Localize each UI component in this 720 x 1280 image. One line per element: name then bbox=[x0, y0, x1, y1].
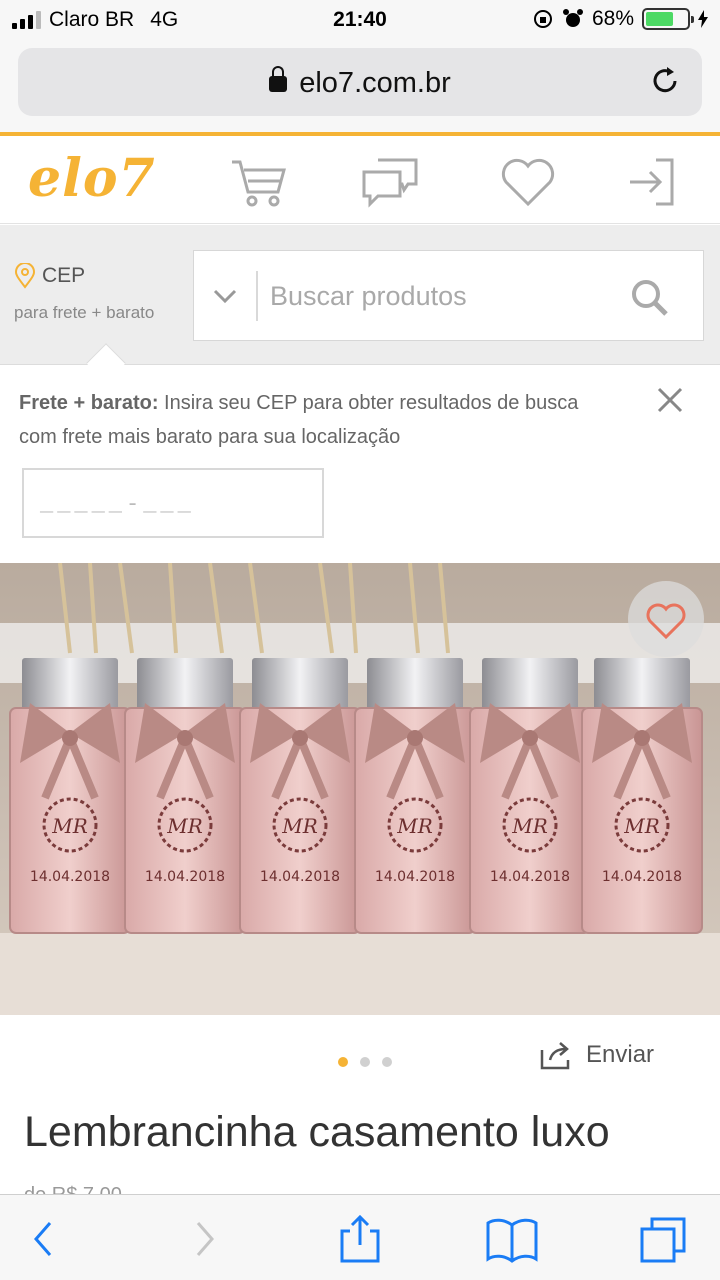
carousel-dot[interactable] bbox=[360, 1057, 370, 1067]
charging-icon bbox=[698, 10, 708, 28]
search-separator bbox=[256, 271, 258, 321]
cep-label: CEP bbox=[42, 264, 86, 287]
reload-icon[interactable] bbox=[648, 64, 682, 98]
bottle-date: 14.04.2018 bbox=[30, 869, 110, 885]
favor-bottle: MR 14.04.2018 bbox=[124, 658, 246, 934]
login-icon[interactable] bbox=[626, 154, 686, 210]
back-icon[interactable] bbox=[20, 1215, 72, 1263]
bottle-monogram: MR bbox=[511, 814, 548, 838]
product-image[interactable]: MR 14.04.2018 MR 14.04.2018 MR 14.04.2018 MR 14… bbox=[0, 563, 720, 1015]
address-bar[interactable]: elo7.com.br bbox=[18, 48, 702, 116]
bottle-monogram: MR bbox=[396, 814, 433, 838]
status-bar: Claro BR 4G 21:40 68% bbox=[0, 0, 720, 40]
search-box: Buscar produtos bbox=[193, 250, 704, 341]
favor-bottle: MR 14.04.2018 bbox=[9, 658, 131, 934]
cep-panel: Frete + barato: Insira seu CEP para obte… bbox=[0, 366, 720, 562]
cep-input[interactable]: _____-___ bbox=[22, 468, 324, 538]
bottle-date: 14.04.2018 bbox=[490, 869, 570, 885]
product-title: Lembrancinha casamento luxo bbox=[24, 1108, 610, 1156]
search-area: CEP para frete + barato Buscar produtos bbox=[0, 225, 720, 365]
cep-sublabel: para frete + barato bbox=[14, 303, 155, 322]
carousel-dot[interactable] bbox=[338, 1057, 348, 1067]
lock-icon bbox=[269, 66, 288, 92]
battery-percent: 68% bbox=[591, 7, 634, 30]
share-icon bbox=[540, 1042, 570, 1070]
elo7-logo[interactable]: elo7 bbox=[28, 148, 156, 209]
forward-icon[interactable] bbox=[178, 1215, 230, 1263]
share-sheet-icon[interactable] bbox=[334, 1215, 386, 1263]
share-button[interactable]: Enviar bbox=[538, 1040, 654, 1070]
cart-icon[interactable] bbox=[228, 154, 288, 210]
status-right: 68% bbox=[532, 7, 708, 31]
battery-icon bbox=[642, 8, 694, 30]
bottle-monogram: MR bbox=[281, 814, 318, 838]
favor-bottle: MR 14.04.2018 bbox=[354, 658, 476, 934]
close-icon[interactable] bbox=[656, 386, 684, 414]
favor-bottle: MR 14.04.2018 bbox=[469, 658, 591, 934]
tabs-icon[interactable] bbox=[638, 1215, 690, 1263]
cep-message: Frete + barato: Insira seu CEP para obte… bbox=[19, 386, 619, 454]
bottle-date: 14.04.2018 bbox=[375, 869, 455, 885]
cep-button[interactable]: CEP para frete + barato bbox=[14, 263, 154, 323]
carousel-dot[interactable] bbox=[382, 1057, 392, 1067]
orientation-lock-icon bbox=[533, 10, 552, 28]
location-pin-icon bbox=[14, 263, 36, 289]
carousel-dots bbox=[338, 1057, 392, 1067]
bottle-date: 14.04.2018 bbox=[260, 869, 340, 885]
site-header: elo7 bbox=[0, 136, 720, 224]
heart-outline-icon bbox=[646, 603, 686, 640]
favor-bottle: MR 14.04.2018 bbox=[581, 658, 703, 934]
bottle-monogram: MR bbox=[51, 814, 88, 838]
product-photo-illustration: MR 14.04.2018 MR 14.04.2018 MR 14.04.2018 MR 14… bbox=[0, 563, 720, 1015]
favorite-button[interactable] bbox=[628, 581, 704, 657]
search-icon[interactable] bbox=[629, 277, 669, 317]
browser-toolbar bbox=[0, 1194, 720, 1280]
address-text-wrap: elo7.com.br bbox=[18, 66, 702, 100]
bottle-date: 14.04.2018 bbox=[602, 869, 682, 885]
screen: Claro BR 4G 21:40 68% elo7.com.br elo7 C… bbox=[0, 0, 720, 1280]
bottle-monogram: MR bbox=[623, 814, 660, 838]
chevron-down-icon[interactable] bbox=[212, 283, 238, 309]
cep-message-bold: Frete + barato: bbox=[19, 392, 159, 414]
bookmarks-icon[interactable] bbox=[486, 1215, 538, 1263]
bottle-date: 14.04.2018 bbox=[145, 869, 225, 885]
chat-icon[interactable] bbox=[360, 154, 420, 210]
cep-label-row: CEP bbox=[14, 263, 154, 289]
alarm-icon bbox=[562, 9, 583, 27]
heart-icon[interactable] bbox=[498, 154, 558, 210]
bottle-monogram: MR bbox=[166, 814, 203, 838]
favor-bottle: MR 14.04.2018 bbox=[239, 658, 361, 934]
share-label: Enviar bbox=[586, 1041, 655, 1068]
url-text: elo7.com.br bbox=[299, 67, 451, 99]
browser-chrome: elo7.com.br bbox=[0, 40, 720, 132]
search-input[interactable]: Buscar produtos bbox=[270, 281, 467, 312]
